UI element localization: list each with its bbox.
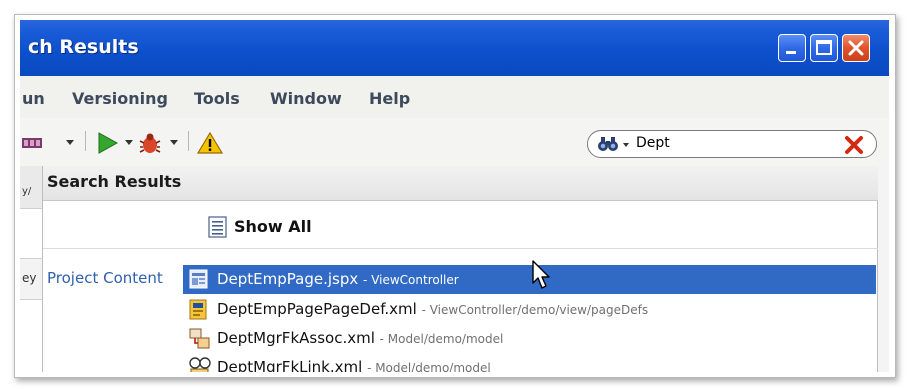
debug-icon[interactable] — [138, 132, 162, 154]
list-item[interactable]: DeptMgrFkLink.xml - Model/demo/model — [183, 353, 876, 372]
result-path: - ViewController — [363, 273, 459, 287]
popup-header: Search Results — [43, 166, 878, 201]
menu-window[interactable]: Window — [270, 89, 342, 108]
maximize-button[interactable] — [810, 34, 838, 62]
vcs-dropdown-arrow[interactable] — [66, 140, 74, 145]
search-options-arrow[interactable] — [623, 143, 629, 147]
title-bar[interactable]: ch Results — [20, 20, 889, 76]
mouse-cursor-icon — [532, 260, 550, 289]
toolbar-separator — [188, 131, 189, 151]
result-name: DeptMgrFkLink.xml - Model/demo/model — [217, 358, 491, 372]
close-icon — [848, 40, 864, 56]
list-icon — [208, 216, 227, 238]
menu-versioning[interactable]: Versioning — [72, 89, 168, 108]
popup-title: Search Results — [47, 172, 182, 191]
background-tab: y/ — [20, 166, 42, 209]
association-icon — [189, 328, 210, 349]
result-file-name: DeptEmpPage.jspx — [217, 270, 359, 288]
debug-dropdown-arrow[interactable] — [170, 140, 178, 145]
pagedef-icon — [189, 299, 207, 320]
background-tab-text: y/ — [22, 186, 32, 197]
background-editor: y/ ey — [20, 166, 43, 372]
result-file-name: DeptEmpPagePageDef.xml — [217, 300, 417, 318]
result-name: DeptEmpPagePageDef.xml - ViewController/… — [217, 300, 648, 318]
divider — [43, 248, 878, 249]
menu-help[interactable]: Help — [369, 89, 410, 108]
application-window: ch Results un Versioning Tools Window He… — [20, 20, 889, 372]
menu-bar: un Versioning Tools Window Help — [20, 76, 889, 118]
clear-search-icon[interactable] — [844, 135, 864, 155]
list-item[interactable]: DeptMgrFkAssoc.xml - Model/demo/model — [183, 324, 876, 353]
jspx-page-icon — [189, 269, 208, 289]
section-label-project-content: Project Content — [47, 269, 163, 287]
run-dropdown-arrow[interactable] — [125, 140, 133, 145]
vcs-icon[interactable] — [22, 132, 44, 152]
run-icon[interactable] — [96, 132, 118, 154]
search-results-popup: Search Results Show All Project Content — [42, 166, 878, 372]
result-file-name: DeptMgrFkLink.xml — [217, 358, 363, 372]
minimize-button[interactable] — [778, 34, 806, 62]
close-button[interactable] — [842, 34, 870, 62]
binoculars-icon[interactable] — [598, 136, 620, 152]
background-row-text: ey — [22, 271, 37, 285]
result-name: DeptEmpPage.jspx - ViewController — [217, 270, 459, 288]
list-item[interactable]: DeptEmpPage.jspx - ViewController — [183, 265, 876, 294]
result-path: - Model/demo/model — [367, 361, 491, 372]
show-all-label: Show All — [234, 217, 312, 236]
result-path: - Model/demo/model — [379, 332, 504, 346]
maximize-icon — [816, 40, 832, 55]
list-item[interactable]: DeptEmpPagePageDef.xml - ViewController/… — [183, 295, 876, 324]
viewlink-icon — [189, 357, 211, 372]
menu-run[interactable]: un — [22, 89, 45, 108]
minimize-icon — [786, 51, 796, 54]
result-file-name: DeptMgrFkAssoc.xml — [217, 329, 375, 347]
background-row: ey — [20, 258, 42, 300]
search-input[interactable]: Dept — [587, 130, 877, 158]
result-name: DeptMgrFkAssoc.xml - Model/demo/model — [217, 329, 503, 347]
search-query: Dept — [636, 135, 670, 151]
result-path: - ViewController/demo/view/pageDefs — [421, 303, 649, 317]
menu-tools[interactable]: Tools — [194, 89, 240, 108]
window-title: ch Results — [28, 36, 139, 58]
warning-icon[interactable] — [197, 132, 223, 154]
toolbar-separator — [85, 131, 86, 151]
